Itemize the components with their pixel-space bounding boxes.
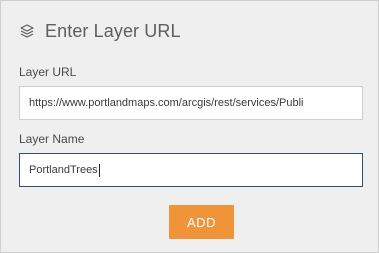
text-caret bbox=[98, 163, 100, 177]
enter-layer-url-panel: Enter Layer URL Layer URL https://www.po… bbox=[0, 0, 379, 253]
layer-name-value: PortlandTrees bbox=[29, 164, 98, 176]
layer-name-input[interactable]: PortlandTrees bbox=[19, 153, 363, 187]
layer-name-label: Layer Name bbox=[19, 132, 85, 146]
panel-title: Enter Layer URL bbox=[45, 20, 181, 41]
layer-url-value: https://www.portlandmaps.com/arcgis/rest… bbox=[29, 97, 304, 109]
layer-url-input[interactable]: https://www.portlandmaps.com/arcgis/rest… bbox=[19, 86, 363, 120]
layer-url-label: Layer URL bbox=[19, 65, 77, 79]
panel-header: Enter Layer URL bbox=[18, 19, 181, 43]
layers-icon bbox=[18, 22, 36, 40]
add-button[interactable]: ADD bbox=[169, 205, 234, 239]
